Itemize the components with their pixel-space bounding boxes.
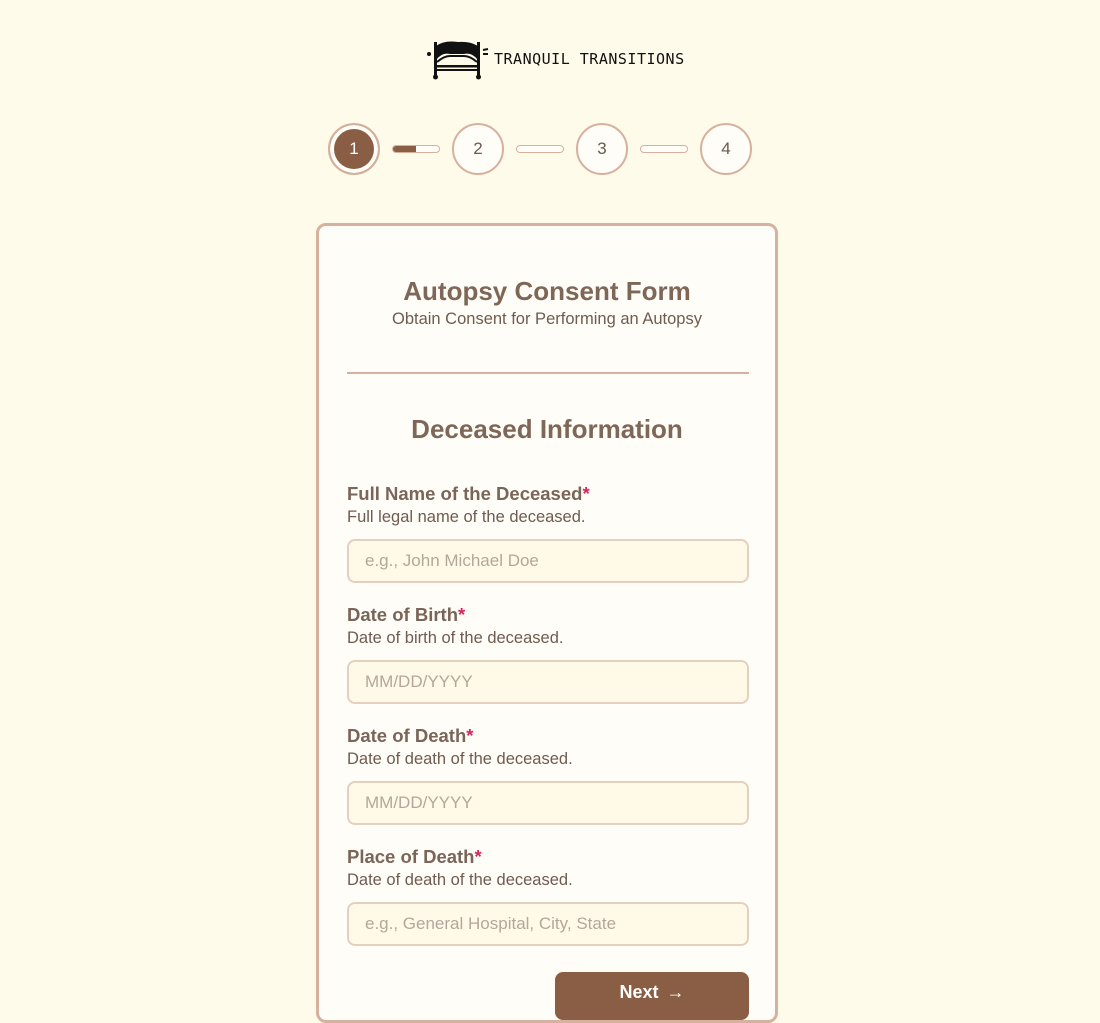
date-of-birth-field: Date of Birth* Date of birth of the dece… [347, 604, 749, 704]
step-connector-3 [640, 145, 688, 153]
brand-logo[interactable]: TRANQUIL TRANSITIONS [424, 38, 685, 80]
step-connector-2 [516, 145, 564, 153]
required-marker: * [582, 483, 590, 504]
step-4-label: 4 [721, 139, 731, 158]
date-of-birth-description: Date of birth of the deceased. [347, 629, 564, 647]
step-1[interactable]: 1 [328, 123, 380, 175]
date-of-death-field: Date of Death* Date of death of the dece… [347, 725, 749, 825]
form-title: Autopsy Consent Form [403, 276, 691, 306]
divider [347, 372, 749, 374]
full-name-input[interactable] [347, 539, 749, 583]
required-marker: * [466, 725, 474, 746]
required-marker: * [458, 604, 466, 625]
required-marker: * [474, 846, 482, 867]
date-of-birth-input[interactable] [347, 660, 749, 704]
date-of-death-description: Date of death of the deceased. [347, 750, 573, 768]
place-of-death-label: Place of Death* [347, 846, 482, 867]
place-of-death-field: Place of Death* Date of death of the dec… [347, 846, 749, 946]
brand-name: TRANQUIL TRANSITIONS [494, 50, 685, 68]
form-card: Autopsy Consent Form Obtain Consent for … [316, 223, 778, 1023]
form-subtitle: Obtain Consent for Performing an Autopsy [391, 310, 702, 328]
step-4[interactable]: 4 [700, 123, 752, 175]
bed-icon [427, 41, 489, 80]
full-name-label: Full Name of the Deceased* [347, 483, 590, 504]
full-name-description: Full legal name of the deceased. [347, 508, 586, 526]
date-of-birth-label: Date of Birth* [347, 604, 466, 625]
date-of-death-input[interactable] [347, 781, 749, 825]
step-2[interactable]: 2 [452, 123, 504, 175]
connector-1-fill [393, 146, 416, 152]
place-of-death-description: Date of death of the deceased. [347, 871, 573, 889]
date-of-death-label: Date of Death* [347, 725, 474, 746]
step-connector-1 [392, 145, 440, 153]
step-3-label: 3 [597, 139, 607, 158]
step-2-label: 2 [473, 139, 483, 158]
place-of-death-input[interactable] [347, 902, 749, 946]
full-name-field: Full Name of the Deceased* Full legal na… [347, 483, 749, 583]
step-1-label: 1 [349, 139, 359, 158]
next-button[interactable]: Next → [555, 972, 749, 1020]
progress-stepper: 1 2 3 4 [328, 123, 752, 175]
section-title: Deceased Information [411, 414, 683, 444]
step-3[interactable]: 3 [576, 123, 628, 175]
